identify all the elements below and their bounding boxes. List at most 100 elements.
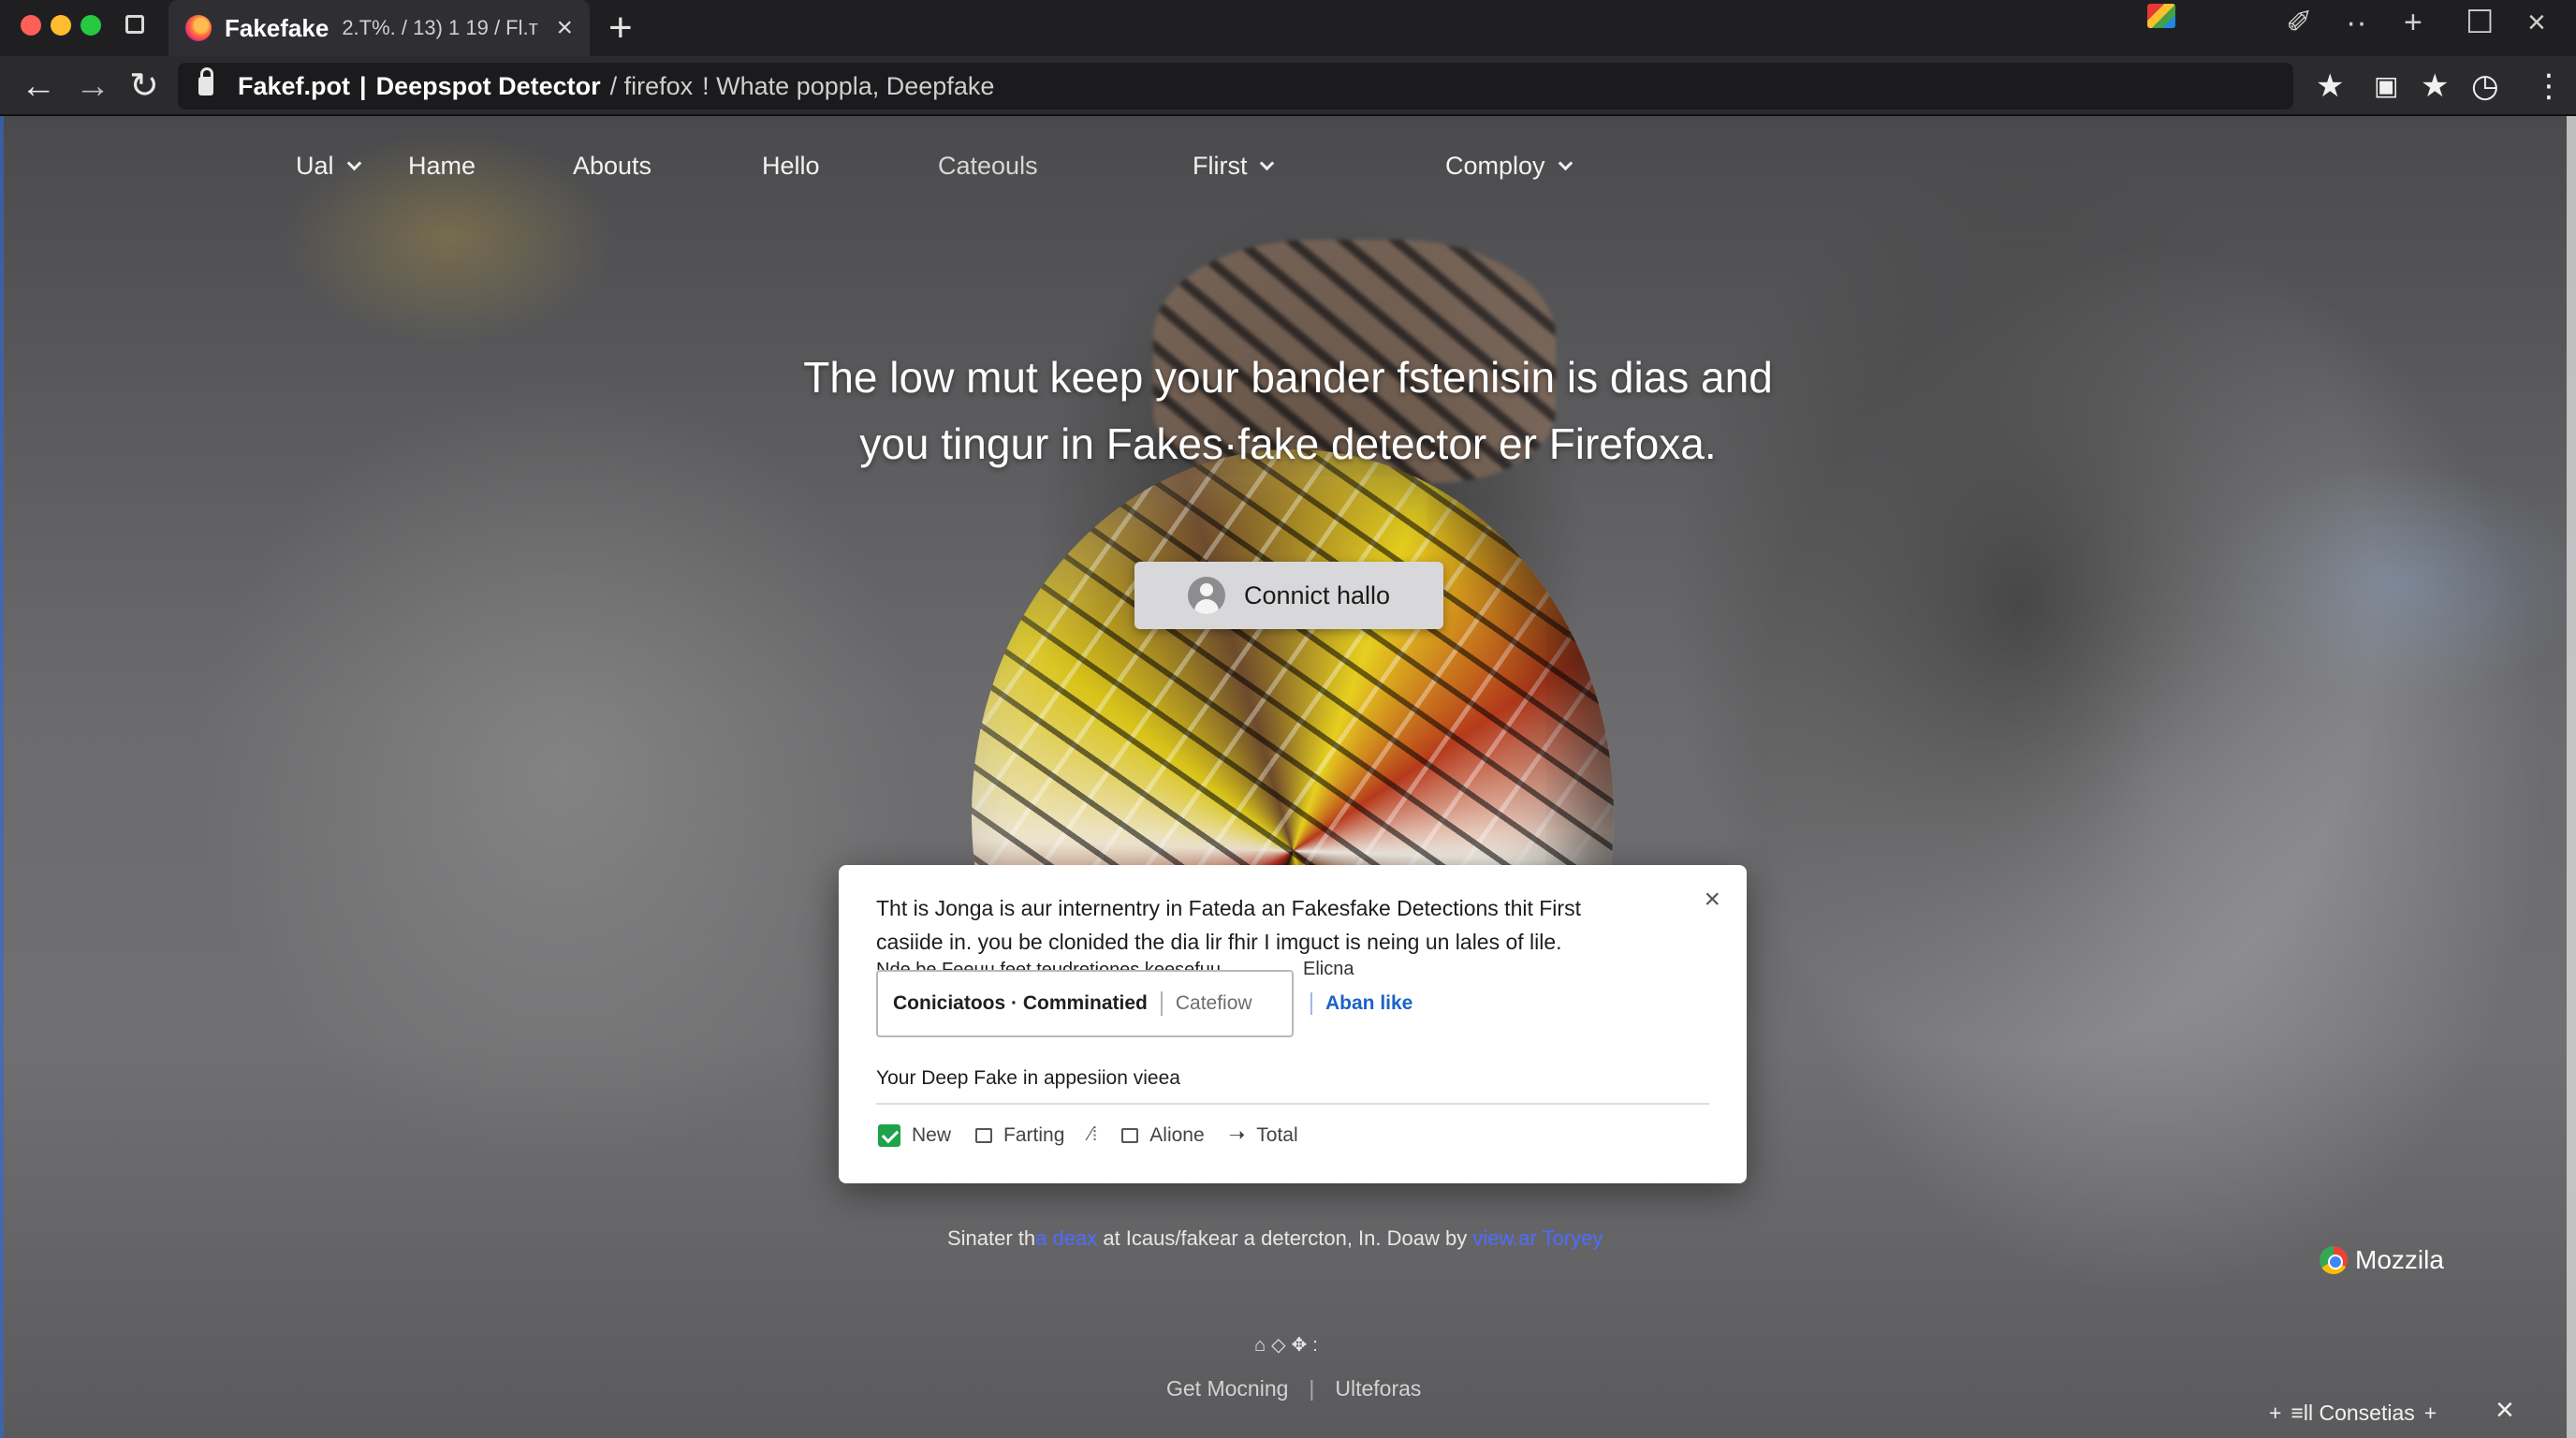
reload-icon[interactable]: ↻ [129, 62, 159, 110]
bookmark-star-icon[interactable]: ★ [2316, 66, 2344, 107]
menu-item-abouts[interactable]: Abouts [573, 152, 651, 181]
bookmarks-icon[interactable]: ★ [2421, 66, 2449, 107]
tab-title: Fakefake [225, 13, 329, 42]
reader-view-icon[interactable]: ▣ [2374, 66, 2398, 107]
menu-item-label: Comploy [1445, 152, 1545, 180]
user-avatar-icon [1187, 577, 1225, 614]
extension-flag-icon[interactable] [2147, 4, 2175, 28]
message-icon [1121, 1127, 1139, 1143]
footer-icon-row: ⌂◇✥: [1254, 1333, 1324, 1357]
menu-item-cateouls[interactable]: Cateouls [938, 152, 1038, 181]
caption-link-deax[interactable]: a deax [1035, 1226, 1097, 1250]
option-new[interactable]: New [878, 1123, 952, 1147]
consent-controls[interactable]: + ≡ll Consetias + [2269, 1401, 2437, 1426]
pen-icon[interactable]: ✐ [2286, 4, 2313, 41]
menu-item-flirst[interactable]: Flirst [1193, 152, 1275, 181]
comment-icon [975, 1127, 993, 1143]
tab-overview-icon[interactable] [125, 15, 144, 34]
menu-kebab-icon[interactable]: ⋮ [2533, 66, 2565, 107]
option-alione[interactable]: Alione [1121, 1123, 1205, 1147]
popup-line-2: casiide in. you be clonided the dia lir … [876, 930, 1562, 954]
aban-like-link[interactable]: Aban like [1310, 992, 1412, 1015]
popup-description: Tht is Jonga is aur internentry in Fated… [876, 891, 1672, 959]
url-site: Deepspot Detector [375, 71, 601, 100]
more-dots-icon[interactable]: : [1312, 1335, 1324, 1356]
url-domain: Fakef.pot [238, 71, 351, 100]
popup-divider [876, 1103, 1709, 1105]
link-divider [1310, 992, 1312, 1015]
mozzila-brand[interactable]: Mozzila [2320, 1245, 2444, 1275]
caption-text-mid: at Icaus/fakear a detercton, In. Doaw by [1097, 1226, 1473, 1250]
popup-subtitle: Your Deep Fake in appesiion vieea [876, 1067, 1180, 1089]
brand-label: Mozzila [2355, 1245, 2444, 1274]
tab-bar: Fakefake 2.T%. / 13) 1 19 / Fl.т × + ✐ ·… [0, 0, 2576, 56]
consent-label: ≡ll Consetias [2291, 1401, 2415, 1425]
popup-field-label: Elicna [1303, 959, 1354, 979]
page-scrollbar[interactable] [2567, 116, 2576, 1438]
maximize-window-button[interactable] [80, 15, 101, 36]
caption-text-pre: Sinater th [947, 1226, 1036, 1250]
category-selector[interactable]: Coniciatoos · Comminatied Catefiow [876, 970, 1294, 1037]
menu-item-ual[interactable]: Ual [296, 152, 361, 181]
menu-item-comploy[interactable]: Comploy [1445, 152, 1573, 181]
footer-link-separator: | [1309, 1376, 1315, 1401]
history-clock-icon[interactable]: ◷ [2471, 66, 2499, 107]
menu-item-home[interactable]: Hame [408, 152, 476, 181]
chevron-down-icon [1558, 155, 1573, 171]
back-arrow-icon[interactable]: ← [21, 62, 56, 110]
new-tab-button[interactable]: + [608, 6, 633, 51]
firefox-icon [185, 15, 212, 41]
menu-item-label: Ual [296, 152, 334, 180]
popup-options: New Farting ⁄⁞ Alione ➝ Total [878, 1123, 1298, 1147]
tab-close-icon[interactable]: × [556, 12, 573, 44]
option-farting[interactable]: Farting [975, 1124, 1064, 1147]
chrome-logo-icon [2320, 1246, 2348, 1274]
footer-link-ulteforas[interactable]: Ulteforas [1335, 1376, 1421, 1401]
option-alione-label: Alione [1149, 1123, 1205, 1146]
settings-icon[interactable]: ✥ [1291, 1335, 1312, 1356]
footer-caption: Sinater tha deax at Icaus/fakear a deter… [947, 1226, 1603, 1251]
option-new-label: New [912, 1123, 952, 1146]
url-rest: ! Whate poppla, Deepfake [702, 71, 995, 100]
segment-catefiow[interactable]: Catefiow [1176, 992, 1252, 1015]
hero-line-2: you tingur in Fakes·fake detector er Fir… [859, 419, 1717, 468]
checkbox-checked-icon[interactable] [878, 1123, 900, 1147]
segment-divider [1160, 991, 1163, 1016]
more-icon[interactable]: ·· [2346, 4, 2367, 41]
popup-faded-line: Nde be Feeuu feet teudretiones keesefuu [876, 960, 1222, 970]
navigation-toolbar: ← → ↻ Fakef.pot | Deepspot Detector / fi… [0, 56, 2576, 116]
url-separator: | [359, 71, 367, 100]
plus-icon[interactable]: + [2269, 1401, 2281, 1426]
address-bar[interactable]: Fakef.pot | Deepspot Detector / firefox … [178, 63, 2293, 110]
aban-like-label: Aban like [1325, 992, 1413, 1014]
option-farting-label: Farting [1003, 1123, 1065, 1146]
connect-button-label: Connict hallo [1243, 580, 1391, 609]
close-icon[interactable]: × [2496, 1393, 2514, 1427]
option-total-label: Total [1256, 1123, 1298, 1146]
active-tab[interactable]: Fakefake 2.T%. / 13) 1 19 / Fl.т × [168, 0, 590, 56]
chevron-down-icon [1260, 155, 1275, 171]
close-icon[interactable]: × [1704, 886, 1720, 914]
popup-line-1: Tht is Jonga is aur internentry in Fated… [876, 896, 1581, 920]
hero-line-1: The low mut keep your bander fstenisin i… [803, 353, 1773, 402]
plus-icon[interactable]: + [2424, 1401, 2437, 1426]
url-path: / firefox [609, 71, 694, 100]
forward-arrow-icon[interactable]: → [75, 62, 110, 110]
close-window-button[interactable] [21, 15, 41, 36]
footer-link-get-mocning[interactable]: Get Mocning [1166, 1376, 1288, 1401]
option-total[interactable]: ➝ Total [1229, 1123, 1298, 1147]
share-arrow-icon: ➝ [1228, 1124, 1246, 1146]
add-icon[interactable]: + [2404, 4, 2422, 41]
minimize-window-button[interactable] [51, 15, 71, 36]
menu-item-hello[interactable]: Hello [762, 152, 820, 181]
lock-icon[interactable] [198, 67, 213, 95]
info-popup-card: × Tht is Jonga is aur internentry in Fat… [839, 865, 1747, 1183]
home-icon[interactable]: ⌂ [1254, 1335, 1271, 1356]
diamond-icon[interactable]: ◇ [1271, 1335, 1291, 1356]
close-window-icon[interactable]: × [2527, 4, 2546, 41]
menu-item-label: Flirst [1193, 152, 1248, 180]
segment-active[interactable]: Coniciatoos · Comminatied [893, 992, 1148, 1015]
caption-link-view[interactable]: view.ar Toryey [1472, 1226, 1603, 1250]
connect-button[interactable]: Connict hallo [1134, 562, 1443, 629]
restore-window-icon[interactable]: ☐ [2466, 4, 2494, 41]
